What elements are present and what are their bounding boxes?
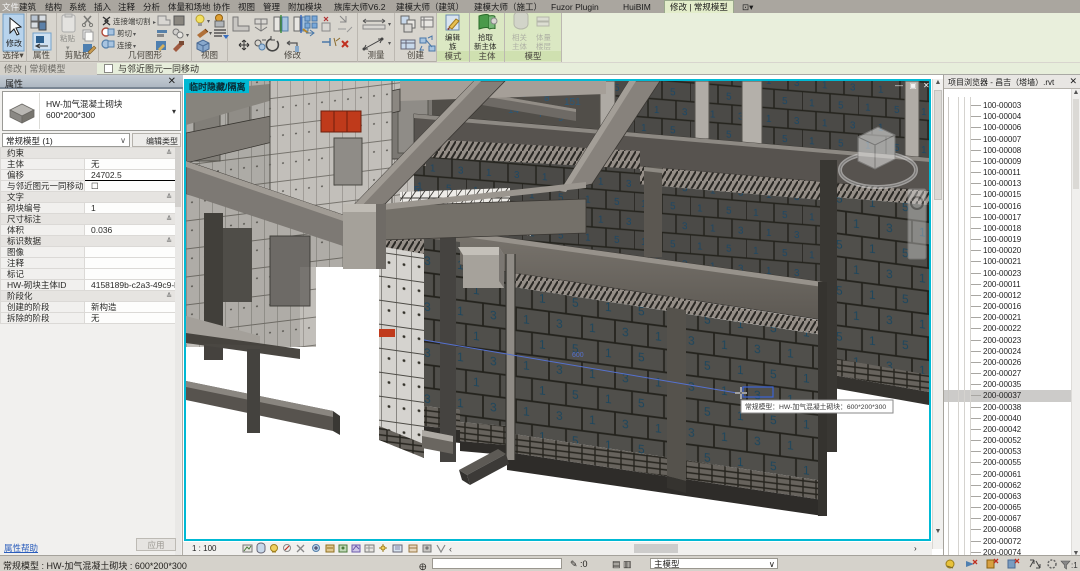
svg-text:▾: ▾ bbox=[186, 33, 189, 39]
svg-text:‹: ‹ bbox=[449, 544, 452, 554]
svg-text:▾: ▾ bbox=[66, 45, 70, 52]
svg-text:▾: ▾ bbox=[209, 31, 212, 37]
svg-text:体量: 体量 bbox=[536, 32, 551, 42]
svg-text:新主体: 新主体 bbox=[474, 41, 497, 51]
svg-text:151: 151 bbox=[564, 97, 581, 108]
svg-text::1: :1 bbox=[1071, 561, 1078, 570]
svg-text:▾: ▾ bbox=[388, 41, 391, 47]
svg-text:常规模型：HW-加气混凝土砌块：600*200*300: 常规模型：HW-加气混凝土砌块：600*200*300 bbox=[745, 402, 886, 411]
svg-text:▾: ▾ bbox=[388, 22, 391, 28]
svg-text:主体: 主体 bbox=[512, 41, 527, 51]
svg-text:剪切: 剪切 bbox=[117, 28, 132, 38]
svg-text:600: 600 bbox=[572, 352, 584, 359]
svg-text:拾取: 拾取 bbox=[478, 32, 493, 42]
svg-text:编辑: 编辑 bbox=[445, 32, 460, 42]
svg-text:连接端切割: 连接端切割 bbox=[113, 16, 151, 26]
svg-text:族: 族 bbox=[449, 41, 457, 51]
svg-text:粘贴: 粘贴 bbox=[60, 33, 75, 43]
svg-text:相关: 相关 bbox=[512, 32, 527, 42]
svg-text:连接: 连接 bbox=[117, 40, 132, 50]
svg-text:▾: ▾ bbox=[133, 32, 136, 38]
svg-text:修改: 修改 bbox=[6, 38, 22, 48]
svg-text:▾: ▾ bbox=[133, 44, 136, 50]
svg-text:▸: ▸ bbox=[153, 20, 156, 26]
svg-text:楼层: 楼层 bbox=[536, 41, 551, 51]
svg-text:▾: ▾ bbox=[207, 19, 210, 25]
